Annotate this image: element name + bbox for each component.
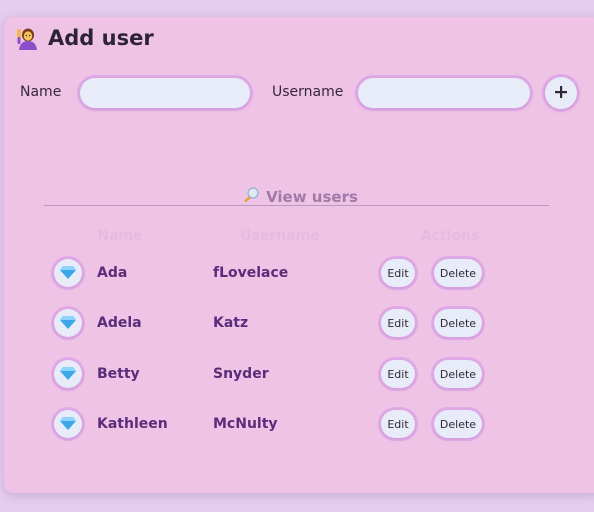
column-header-name: Name [97, 228, 143, 244]
user-username: Katz [213, 315, 249, 331]
view-users-title: View users [266, 188, 358, 206]
delete-button[interactable]: Delete [434, 410, 482, 438]
gem-icon [60, 365, 76, 384]
gem-button[interactable] [54, 309, 82, 337]
add-user-button[interactable] [545, 77, 577, 109]
name-label: Name [20, 84, 62, 100]
user-username: Snyder [213, 366, 269, 382]
gem-icon [60, 415, 76, 434]
gem-icon [60, 264, 76, 283]
delete-button[interactable]: Delete [434, 259, 482, 287]
username-label: Username [272, 84, 344, 100]
user-name: Betty [97, 366, 140, 382]
delete-button[interactable]: Delete [434, 309, 482, 337]
user-name: Kathleen [97, 416, 168, 432]
section-divider [44, 205, 549, 206]
gem-button[interactable] [54, 259, 82, 287]
gem-button[interactable] [54, 410, 82, 438]
delete-button[interactable]: Delete [434, 360, 482, 388]
edit-button[interactable]: Edit [381, 360, 415, 388]
user-username: fLovelace [213, 265, 289, 281]
edit-button[interactable]: Edit [381, 309, 415, 337]
table-row: Kathleen McNulty Edit Delete [0, 408, 594, 442]
user-username: McNulty [213, 416, 278, 432]
table-row: Ada fLovelace Edit Delete [0, 257, 594, 291]
person-raising-hand-icon [16, 26, 40, 50]
add-user-heading: Add user [16, 26, 154, 50]
table-row: Betty Snyder Edit Delete [0, 358, 594, 392]
edit-button[interactable]: Edit [381, 410, 415, 438]
name-input[interactable] [80, 78, 250, 108]
table-row: Adela Katz Edit Delete [0, 307, 594, 341]
plus-icon [554, 84, 568, 103]
edit-button[interactable]: Edit [381, 259, 415, 287]
column-header-username: Username [240, 228, 320, 244]
add-user-title: Add user [48, 26, 154, 50]
column-header-actions: Actions [420, 228, 480, 244]
gem-icon [60, 314, 76, 333]
user-name: Adela [97, 315, 142, 331]
username-input[interactable] [358, 78, 530, 108]
user-name: Ada [97, 265, 128, 281]
gem-button[interactable] [54, 360, 82, 388]
